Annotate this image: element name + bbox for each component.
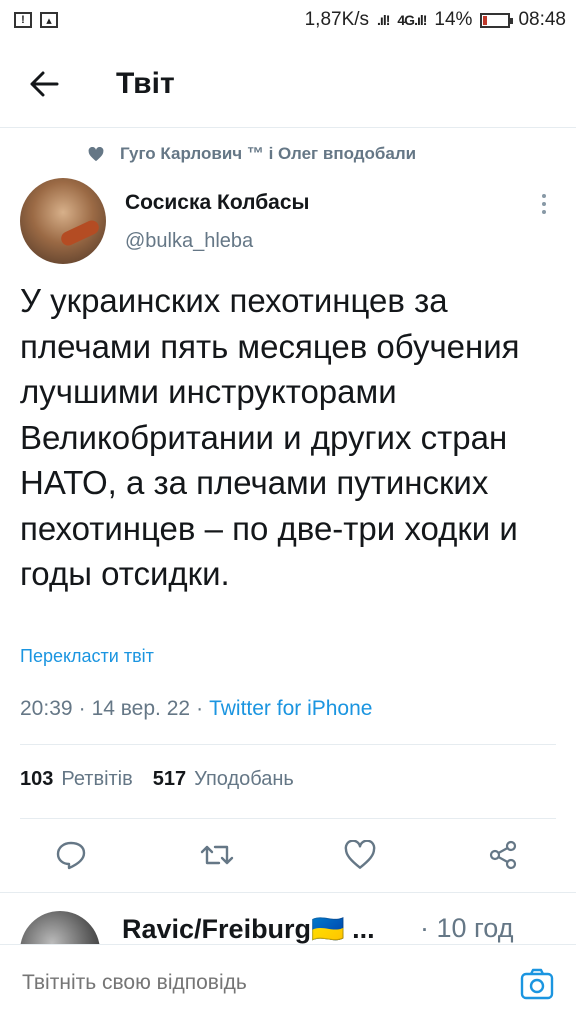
image-icon: ▴ [40, 12, 58, 28]
battery-percent: 14% [434, 9, 473, 30]
retweets-count: 103 [20, 768, 54, 790]
likes-stat[interactable]: 517 Уподобань [153, 768, 294, 791]
social-context[interactable]: Гуго Карлович ™ і Олег вподобали [88, 144, 416, 164]
tweet-date: 14 вер. 22 [91, 697, 191, 720]
retweet-icon[interactable] [192, 830, 242, 880]
tweet-actions [0, 830, 576, 880]
net-speed: 1,87K/s [304, 9, 370, 30]
clock: 08:48 [518, 9, 566, 30]
tweet-time: 20:39 [20, 697, 73, 720]
divider [20, 818, 556, 819]
separator: · [196, 697, 204, 720]
reply-input[interactable] [22, 971, 482, 995]
likes-label: Уподобань [194, 768, 294, 790]
retweets-stat[interactable]: 103 Ретвітів [20, 768, 133, 791]
retweets-label: Ретвітів [61, 768, 133, 790]
heart-icon [88, 146, 104, 161]
signal-icon: .ıl! [377, 12, 390, 28]
avatar[interactable] [20, 178, 106, 264]
translate-link[interactable]: Перекласти твіт [20, 646, 154, 667]
network-type: 4G.ıl! [397, 12, 427, 28]
tweet-source-link[interactable]: Twitter for iPhone [209, 697, 372, 721]
camera-icon[interactable] [518, 965, 556, 1003]
tweet-text: У украинских пехотинцев за плечами пять … [20, 282, 520, 592]
author-name[interactable]: Сосиска Колбасы [125, 191, 309, 215]
separator: · [78, 697, 86, 720]
divider [20, 744, 556, 745]
more-options-icon[interactable] [530, 190, 558, 218]
status-bar: ! ▴ 1,87K/s .ıl! 4G.ıl! 14% 08:48 [0, 0, 576, 40]
reply-avatar[interactable] [20, 911, 100, 944]
like-heart-icon[interactable] [335, 830, 385, 880]
battery-icon [480, 12, 514, 28]
next-reply[interactable]: Ravic/Freiburg🇺🇦 ... · 10 год [0, 892, 576, 944]
reply-time: · 10 год [420, 913, 514, 943]
reply-icon[interactable] [46, 830, 96, 880]
tweet-meta: 20:39 · 14 вер. 22 · Twitter for iPhone [20, 697, 372, 721]
back-arrow-icon[interactable] [14, 54, 74, 114]
tweet-stats: 103 Ретвітів 517 Уподобань [20, 768, 294, 791]
reply-compose-bar [0, 944, 576, 1024]
social-context-text: Гуго Карлович ™ і Олег вподобали [120, 144, 417, 163]
reply-author-name[interactable]: Ravic/Freiburg🇺🇦 ... [122, 913, 375, 944]
share-icon[interactable] [478, 830, 528, 880]
likes-count: 517 [152, 768, 187, 790]
page-title: Твіт [116, 66, 175, 100]
author-handle[interactable]: @bulka_hleba [125, 230, 253, 253]
alert-icon: ! [14, 12, 32, 28]
top-app-bar: Твіт [0, 40, 576, 128]
